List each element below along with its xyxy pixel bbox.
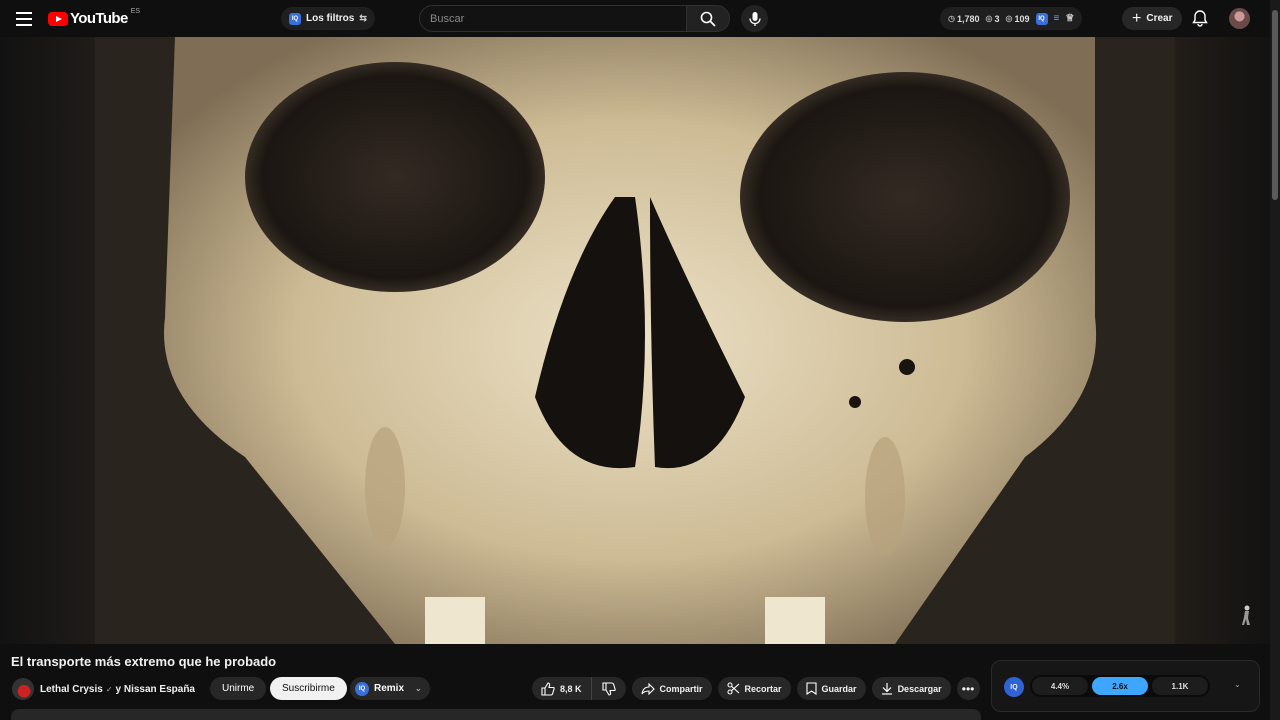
share-icon: [640, 682, 655, 695]
player-letterbox-right: [1175, 37, 1270, 644]
video-title: El transporte más extremo que he probado: [11, 654, 277, 669]
filters-label: Los filtros: [306, 13, 355, 24]
skull-image: [95, 37, 1175, 644]
like-button[interactable]: 8,8 K: [532, 677, 592, 700]
iq-badge-icon: IQ: [1035, 12, 1048, 25]
eye-icon: ◎: [985, 14, 993, 23]
like-count: 8,8 K: [560, 683, 582, 694]
top-bar: YouTube ES IQ Los filtros ⇆ ◷1,780 ◎3 ◎1…: [0, 0, 1280, 37]
clip-label: Recortar: [744, 683, 782, 694]
channel-avatar[interactable]: [12, 678, 34, 700]
menu-icon[interactable]: [12, 8, 36, 30]
metric-views-per-hour[interactable]: 1.1K: [1152, 677, 1208, 695]
iq-metrics: 4.4% 2.6x 1.1K: [1030, 675, 1210, 697]
download-button[interactable]: Descargar: [871, 677, 951, 700]
scissors-icon: [726, 682, 739, 695]
extension-stats[interactable]: ◷ 1,780 ◎ 3 ◎ 109 IQ ≡ ♕: [940, 7, 1083, 30]
user-avatar[interactable]: [1229, 8, 1250, 29]
chevron-down-icon: ⌄: [415, 684, 422, 693]
clip-button[interactable]: Recortar: [717, 677, 791, 700]
create-label: Crear: [1146, 13, 1173, 24]
channel-name[interactable]: Lethal Crysis: [40, 684, 103, 695]
search-icon: [700, 11, 716, 27]
remix-button[interactable]: IQ Remix ⌄: [350, 677, 430, 700]
bookmark-icon: [805, 682, 817, 695]
sliders-icon: ⇆: [359, 13, 367, 23]
video-frame: [95, 37, 1175, 644]
subscribe-button[interactable]: Suscribirme: [270, 677, 347, 700]
iq-badge-icon: IQ: [289, 12, 301, 25]
voice-search-button[interactable]: [741, 5, 768, 32]
stat-views: ◎ 3: [985, 13, 1000, 24]
description-box[interactable]: [11, 709, 981, 720]
save-label: Guardar: [821, 683, 857, 694]
play-logo-icon: [48, 11, 68, 26]
remix-label: Remix: [374, 683, 405, 694]
metric-engagement[interactable]: 4.4%: [1032, 677, 1088, 695]
bell-icon[interactable]: [1191, 9, 1209, 27]
thumbs-down-icon: [601, 681, 616, 696]
verified-icon: ✓: [105, 684, 113, 694]
iq-icon: IQ: [355, 681, 369, 696]
microphone-icon: [748, 11, 761, 26]
save-button[interactable]: Guardar: [796, 677, 866, 700]
more-actions-button[interactable]: •••: [956, 677, 980, 700]
search-button[interactable]: [686, 5, 730, 32]
figure-icon: [1242, 605, 1250, 625]
youtube-logo[interactable]: YouTube ES: [48, 8, 141, 27]
download-icon: [881, 683, 892, 695]
trophy-icon[interactable]: ♕: [1065, 13, 1074, 24]
plus-icon: +: [1132, 9, 1142, 27]
share-label: Compartir: [659, 683, 703, 694]
search-input[interactable]: [419, 5, 686, 32]
metric-outlier[interactable]: 2.6x: [1092, 677, 1148, 695]
stat-clock: ◷ 1,780: [948, 13, 980, 24]
thumbs-up-icon: [541, 681, 555, 696]
join-button[interactable]: Unirme: [210, 677, 267, 700]
iq-logo-icon[interactable]: IQ: [1004, 677, 1024, 697]
create-button[interactable]: + Crear: [1122, 7, 1183, 30]
collab-name[interactable]: y Nissan España: [116, 684, 195, 695]
clock-icon: ◷: [948, 14, 955, 23]
download-label: Descargar: [897, 683, 942, 694]
filters-button[interactable]: IQ Los filtros ⇆: [281, 7, 375, 30]
channel-info: Lethal Crysis ✓ y Nissan España: [12, 677, 195, 701]
search-bar: [419, 5, 730, 32]
country-code: ES: [130, 8, 141, 15]
stat-watched: ◎ 109: [1005, 13, 1030, 24]
chevron-down-icon[interactable]: ⌄: [1234, 680, 1241, 689]
video-actions: 8,8 K Compartir Recortar Guardar Descarg…: [532, 677, 980, 700]
like-dislike-group: 8,8 K: [532, 677, 626, 700]
share-button[interactable]: Compartir: [631, 677, 712, 700]
player-letterbox-left: [0, 37, 95, 644]
page-scrollbar[interactable]: [1270, 0, 1280, 720]
dislike-button[interactable]: [592, 677, 626, 700]
scrollbar-thumb[interactable]: [1272, 10, 1278, 200]
iq-extension-panel: IQ 4.4% 2.6x 1.1K ⌄: [991, 660, 1260, 712]
logo-text: YouTube: [70, 10, 128, 27]
list-icon[interactable]: ≡: [1054, 13, 1060, 24]
eye-icon: ◎: [1005, 14, 1013, 23]
video-player[interactable]: [0, 37, 1270, 644]
